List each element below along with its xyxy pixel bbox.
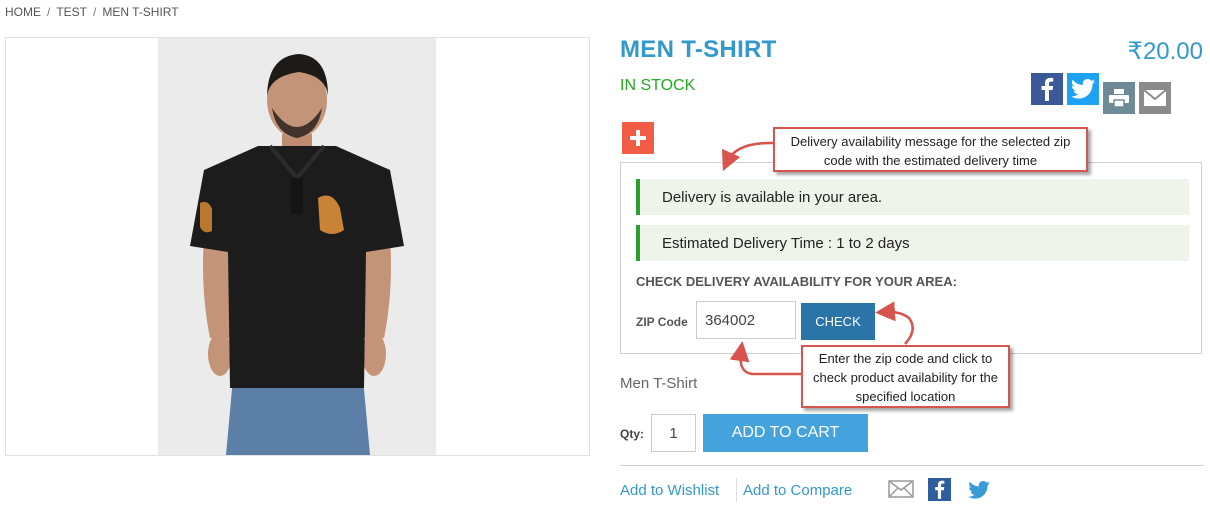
breadcrumb-test[interactable]: TEST (56, 5, 87, 19)
add-to-wishlist-link[interactable]: Add to Wishlist (620, 482, 719, 499)
facebook-icon (1041, 77, 1054, 101)
breadcrumb-current: MEN T-SHIRT (102, 5, 179, 19)
product-price: ₹20.00 (1127, 38, 1203, 65)
qty-label: Qty: (620, 427, 644, 441)
share-facebook-button[interactable] (1031, 73, 1063, 105)
product-photo-illustration (158, 38, 436, 455)
breadcrumb: HOME / TEST / MEN T-SHIRT (5, 5, 179, 19)
delivery-message-callout: Delivery availability message for the se… (773, 127, 1088, 172)
check-button[interactable]: CHECK (801, 303, 875, 340)
zip-code-label: ZIP Code (636, 315, 688, 329)
twitter-icon (968, 481, 990, 499)
stock-status: IN STOCK (620, 77, 696, 94)
share-twitter-button[interactable] (1067, 73, 1099, 105)
link-separator (736, 478, 737, 502)
product-photo[interactable] (158, 38, 436, 455)
breadcrumb-separator: / (47, 5, 51, 19)
twitter-share-button[interactable] (967, 479, 991, 501)
delivery-check-heading: CHECK DELIVERY AVAILABILITY FOR YOUR ARE… (636, 274, 957, 289)
envelope-icon (888, 480, 914, 498)
product-image-frame (5, 37, 590, 456)
facebook-share-button[interactable] (928, 478, 951, 501)
plus-icon (630, 130, 646, 146)
print-icon (1109, 89, 1129, 107)
delivery-check-panel: Delivery is available in your area. Esti… (620, 162, 1202, 354)
print-button[interactable] (1103, 82, 1135, 114)
breadcrumb-separator: / (93, 5, 97, 19)
delivery-estimate-message: Estimated Delivery Time : 1 to 2 days (636, 225, 1189, 261)
delivery-available-message: Delivery is available in your area. (636, 179, 1189, 215)
add-to-compare-link[interactable]: Add to Compare (743, 482, 852, 499)
breadcrumb-home[interactable]: HOME (5, 5, 41, 19)
facebook-icon (935, 480, 945, 499)
zip-code-input[interactable] (696, 301, 796, 339)
add-to-cart-button[interactable]: ADD TO CART (703, 414, 868, 452)
expand-plus-button[interactable] (622, 122, 654, 154)
zip-code-callout: Enter the zip code and click to check pr… (801, 345, 1010, 408)
email-button[interactable] (1139, 82, 1171, 114)
email-icon (1144, 90, 1166, 106)
product-title: MEN T-SHIRT (620, 36, 777, 63)
divider (620, 465, 1204, 466)
callout-arrow (729, 341, 801, 376)
email-share-button[interactable] (887, 478, 915, 500)
qty-input[interactable] (651, 414, 696, 452)
callout-arrow (721, 141, 775, 172)
twitter-icon (1071, 79, 1095, 99)
product-name: Men T-Shirt (620, 375, 698, 392)
